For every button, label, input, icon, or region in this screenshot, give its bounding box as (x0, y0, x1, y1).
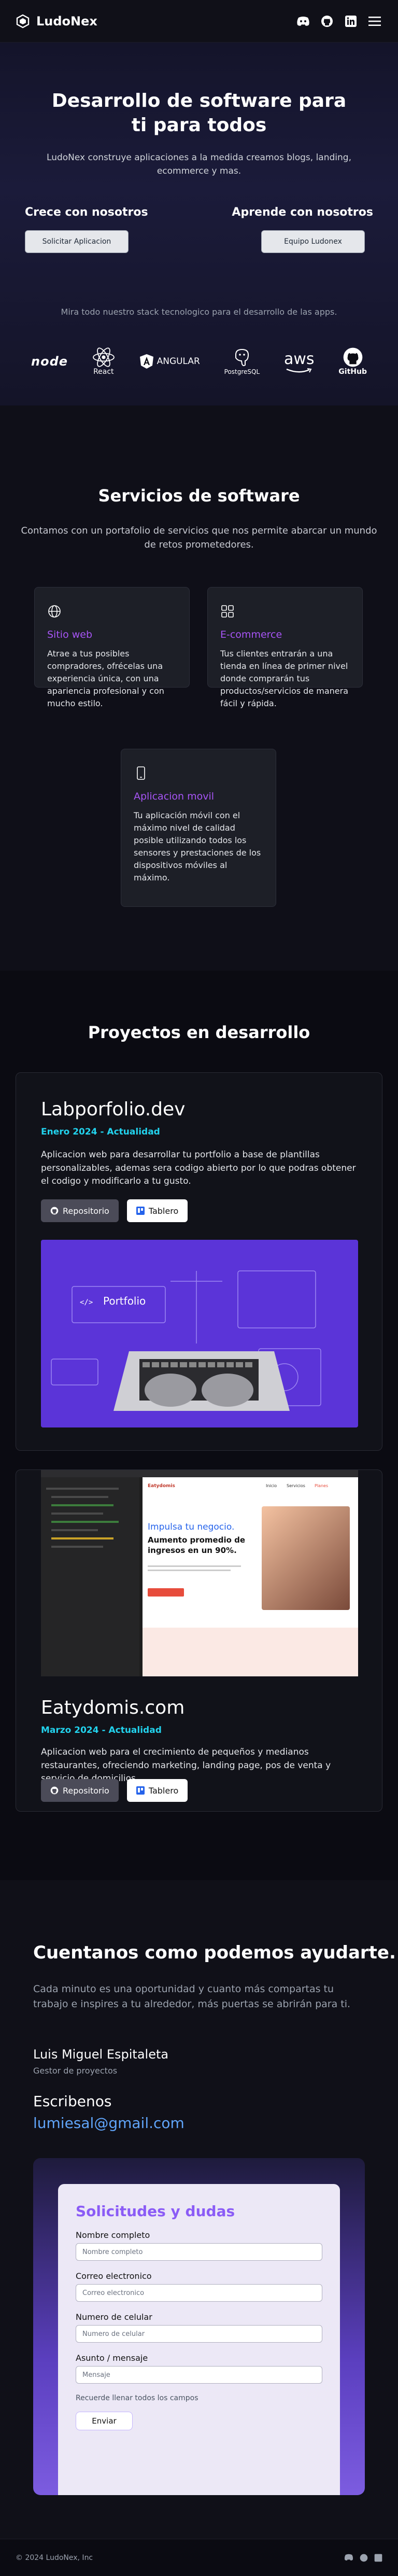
copyright: © 2024 LudoNex, Inc (16, 2553, 93, 2562)
contact-form: Solicitudes y dudas Nombre completo Nomb… (58, 2184, 340, 2495)
menu-icon[interactable] (367, 13, 382, 29)
repository-button[interactable]: Repositorio (41, 1779, 119, 1802)
service-name: Sitio web (47, 629, 93, 640)
cta-grow-title: Crece con nosotros (25, 206, 148, 219)
project-date: Enero 2024 - Actualidad (41, 1127, 160, 1137)
hero-section: Desarrollo de software para ti para todo… (0, 43, 398, 405)
stack-caption: Mira todo nuestro stack tecnologico para… (61, 307, 337, 317)
github-icon (50, 1207, 59, 1215)
message-label: Asunto / mensaje (76, 2353, 148, 2363)
project-image-portfolio: </> Portfolio (41, 1240, 358, 1427)
phone-label: Numero de celular (76, 2312, 152, 2322)
grid-icon (221, 605, 234, 618)
contact-title: Cuentanos como podemos ayudarte. (33, 1942, 396, 1963)
ludonex-logo-icon (16, 14, 30, 28)
trello-board-icon (136, 1786, 145, 1795)
service-description: Atrae a tus posibles compradores, ofréce… (47, 649, 164, 708)
site-footer: © 2024 LudoNex, Inc (0, 2539, 398, 2576)
contact-section: Cuentanos como podemos ayudarte. Cada mi… (0, 1880, 398, 2539)
react-logo-icon: React (92, 347, 115, 376)
github-icon[interactable] (319, 13, 335, 29)
service-card-website[interactable]: Sitio web Atrae a tus posibles comprador… (34, 587, 190, 708)
write-us-label: Escribenos (33, 2093, 112, 2110)
phone-field[interactable]: Numero de celular (76, 2325, 322, 2343)
form-note: Recuerde llenar todos los campos (76, 2394, 198, 2402)
trello-board-icon (136, 1207, 145, 1215)
repository-button[interactable]: Repositorio (41, 1199, 119, 1222)
board-button[interactable]: Tablero (126, 1779, 188, 1802)
aws-logo-icon: aws (284, 350, 315, 373)
project-name: Eatydomis.com (41, 1697, 185, 1718)
services-subtitle: Contamos con un portafolio de servicios … (21, 525, 377, 550)
contact-form-container: Solicitudes y dudas Nombre completo Nomb… (33, 2158, 365, 2495)
linkedin-icon[interactable] (374, 2554, 382, 2562)
mock-headline: Impulsa tu negocio. (148, 1522, 235, 1532)
mock-nav-item: Inicio (266, 1483, 277, 1488)
github-icon[interactable] (360, 2554, 368, 2562)
name-field[interactable]: Nombre completo (76, 2243, 322, 2261)
mock-nav-item: Planes (315, 1483, 329, 1488)
cta-learn-title: Aprende con nosotros (232, 206, 373, 219)
brand[interactable]: LudoNex (16, 14, 97, 29)
email-field[interactable]: Correo electronico (76, 2284, 322, 2302)
hero-title: Desarrollo de software para ti para todo… (51, 90, 347, 136)
repository-label: Repositorio (63, 1206, 109, 1216)
name-label: Nombre completo (76, 2230, 150, 2240)
site-header: LudoNex (0, 0, 398, 43)
postgresql-logo-icon: PostgreSQL (224, 347, 260, 375)
github-logo-icon: GitHub (338, 347, 367, 376)
contact-subtitle: Cada minuto es una oportunidad y cuanto … (33, 1983, 351, 2010)
service-description: Tu aplicación móvil con el máximo nivel … (134, 810, 261, 883)
email-label: Correo electronico (76, 2271, 152, 2281)
service-name: E-commerce (220, 629, 282, 640)
projects-section: Proyectos en desarrollo Labporfolio.dev … (0, 971, 398, 1880)
project-description: Aplicacion web para desarrollar tu portf… (41, 1150, 356, 1186)
project-card-labporfolio: Labporfolio.dev Enero 2024 - Actualidad … (16, 1072, 382, 1451)
projects-title: Proyectos en desarrollo (88, 1023, 310, 1042)
project-date: Marzo 2024 - Actualidad (41, 1725, 162, 1735)
tech-stack-logos: node React ANGULAR PostgreSQL aws GitHub (31, 341, 367, 382)
project-image-eatydomis: Eatydomis Inicio Servicios Planes Impuls… (41, 1470, 358, 1676)
services-title: Servicios de software (98, 486, 300, 506)
contact-person-role: Gestor de proyectos (33, 2066, 118, 2076)
form-title: Solicitudes y dudas (76, 2203, 235, 2220)
mock-bold: Aumento promedio de ingresos en un 90%. (148, 1535, 246, 1555)
repository-label: Repositorio (63, 1785, 109, 1796)
board-label: Tablero (148, 1206, 179, 1216)
service-description: Tus clientes entrarán a una tienda en lí… (220, 649, 349, 708)
angular-logo-icon: ANGULAR (139, 354, 200, 369)
hero-subtitle: LudoNex construye aplicaciones a la medi… (47, 152, 351, 176)
board-label: Tablero (148, 1785, 179, 1796)
board-button[interactable]: Tablero (126, 1199, 188, 1222)
github-icon (50, 1786, 59, 1795)
svg-text:</>: </> (80, 1298, 93, 1307)
project-name: Labporfolio.dev (41, 1099, 186, 1120)
message-field[interactable]: Mensaje (76, 2366, 322, 2384)
team-button[interactable]: Equipo Ludonex (261, 230, 365, 253)
node-logo-icon: node (31, 354, 68, 369)
contact-person-name: Luis Miguel Espitaleta (33, 2047, 169, 2062)
brand-name: LudoNex (36, 13, 97, 29)
linkedin-icon[interactable] (343, 13, 359, 29)
project-card-eatydomis: Eatydomis Inicio Servicios Planes Impuls… (16, 1469, 382, 1812)
mock-brand: Eatydomis (148, 1483, 175, 1489)
discord-icon[interactable] (295, 13, 311, 29)
mock-nav-item: Servicios (287, 1483, 305, 1488)
request-app-button[interactable]: Solicitar Aplicacion (25, 230, 129, 253)
globe-icon (48, 605, 61, 618)
service-name: Aplicacion movil (134, 791, 215, 802)
discord-icon[interactable] (344, 2554, 353, 2561)
phone-icon (137, 766, 145, 780)
portfolio-image-text: Portfolio (103, 1295, 146, 1307)
submit-button[interactable]: Enviar (76, 2412, 133, 2430)
services-section: Servicios de software Contamos con un po… (0, 405, 398, 971)
service-card-ecommerce[interactable]: E-commerce Tus clientes entrarán a una t… (207, 587, 363, 708)
contact-email-link[interactable]: lumiesal@gmail.com (33, 2115, 184, 2132)
service-card-mobile[interactable]: Aplicacion movil Tu aplicación móvil con… (121, 749, 276, 907)
